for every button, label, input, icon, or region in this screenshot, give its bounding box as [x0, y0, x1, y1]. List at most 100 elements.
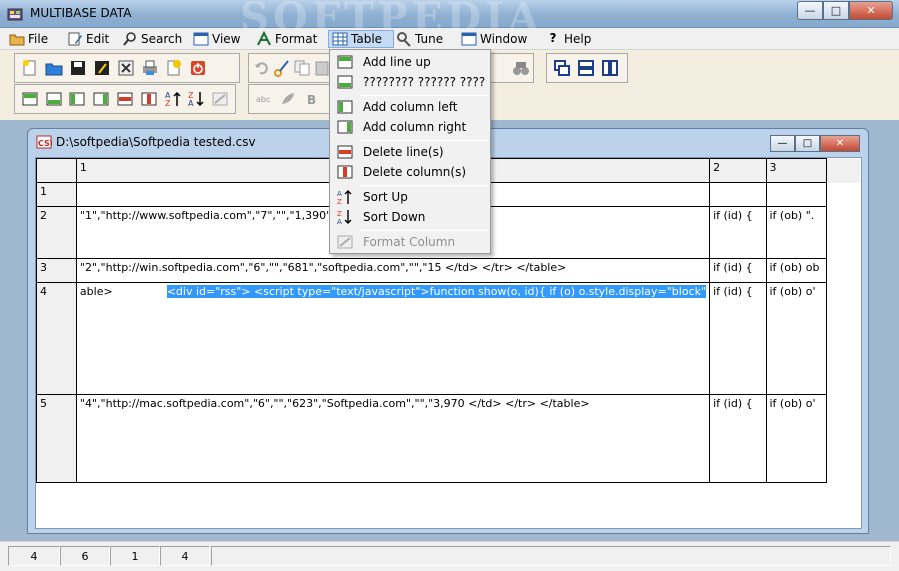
doc-maximize-button[interactable]: □ — [795, 135, 820, 152]
tb-add-line-down-button[interactable] — [43, 88, 65, 110]
print-preview-button[interactable] — [163, 57, 185, 79]
row-header[interactable]: 3 — [36, 258, 77, 283]
status-message — [211, 546, 891, 566]
grid-cell[interactable]: if (id) { — [709, 206, 767, 259]
delete-line-icon — [117, 92, 133, 106]
format-column-icon — [212, 92, 228, 106]
grid-cell[interactable] — [709, 182, 767, 207]
menu-add-line-down[interactable]: ???????? ?????? ???? — [332, 72, 488, 92]
tb-delete-column-button[interactable] — [138, 88, 160, 110]
menu-edit[interactable]: Edit — [64, 30, 112, 48]
tb-add-column-right-button[interactable] — [90, 88, 112, 110]
grid-cell[interactable]: "4","http://mac.softpedia.com","6","","6… — [75, 394, 711, 483]
close-file-button[interactable] — [115, 57, 137, 79]
menu-window[interactable]: Window — [458, 30, 530, 48]
grid-cell[interactable]: able> <div id="rss"> <script type="text/j… — [75, 282, 711, 395]
paint-button[interactable] — [277, 88, 299, 110]
cascade-button[interactable] — [551, 57, 573, 79]
close-button[interactable]: ✕ — [849, 1, 893, 20]
menu-view[interactable]: View — [190, 30, 243, 48]
tb-delete-line-button[interactable] — [114, 88, 136, 110]
grid-corner — [36, 158, 77, 183]
table-toolbar: AZ ZA — [14, 84, 236, 114]
bold-button[interactable]: B — [301, 88, 323, 110]
column-header[interactable]: 2 — [709, 158, 767, 183]
menu-sort-up[interactable]: AZ Sort Up — [332, 187, 488, 207]
column-header[interactable]: 3 — [765, 158, 828, 183]
grid-cell[interactable]: if (ob) o' — [765, 394, 828, 483]
tile-horizontal-button[interactable] — [575, 57, 597, 79]
menu-search[interactable]: Search — [119, 30, 185, 48]
bold-icon: B — [307, 93, 316, 107]
menu-delete-columns[interactable]: Delete column(s) — [332, 162, 488, 182]
menu-format[interactable]: Format — [253, 30, 320, 48]
tile-vertical-button[interactable] — [599, 57, 621, 79]
svg-text:B: B — [307, 93, 316, 107]
menu-add-column-right-label: Add column right — [363, 120, 467, 134]
menu-edit-label: Edit — [86, 32, 110, 46]
save-as-button[interactable] — [91, 57, 113, 79]
add-column-right-icon — [93, 92, 109, 106]
file-toolbar — [14, 53, 240, 83]
doc-close-button[interactable]: ✕ — [820, 135, 860, 152]
find-button[interactable] — [512, 57, 530, 79]
tb-add-line-up-button[interactable] — [19, 88, 41, 110]
row-header[interactable]: 5 — [36, 394, 77, 483]
menu-add-column-left[interactable]: Add column left — [332, 97, 488, 117]
tile-vertical-icon — [602, 60, 618, 76]
menu-tune[interactable]: Tune — [393, 30, 446, 48]
print-button[interactable] — [139, 57, 161, 79]
grid-cell[interactable]: if (id) { — [709, 394, 767, 483]
selected-text[interactable]: <div id="rss"> <script type="text/javasc… — [166, 285, 707, 298]
add-line-down-icon — [46, 92, 62, 106]
menu-add-line-up[interactable]: Add line up — [332, 52, 488, 72]
row-header[interactable]: 2 — [36, 206, 77, 259]
menu-table[interactable]: Table — [328, 30, 394, 48]
add-line-icon — [337, 55, 353, 69]
spellcheck-button[interactable]: abc — [253, 88, 275, 110]
new-button[interactable] — [19, 57, 41, 79]
menu-add-column-right[interactable]: Add column right — [332, 117, 488, 137]
cut-button[interactable] — [273, 57, 291, 79]
grid-gutter — [826, 158, 861, 183]
menu-help[interactable]: ? Help — [542, 30, 594, 48]
grid-cell[interactable]: if (ob) ob — [765, 258, 828, 283]
grid-cell[interactable]: if (ob) ". — [765, 206, 828, 259]
row-header[interactable]: 4 — [36, 282, 77, 395]
save-icon — [71, 61, 85, 75]
exit-button[interactable] — [187, 57, 209, 79]
grid-cell[interactable]: if (ob) o' — [765, 282, 828, 395]
menu-format-column[interactable]: Format Column — [332, 232, 488, 252]
sort-down-icon: ZA — [188, 91, 204, 108]
cascade-icon — [554, 60, 570, 76]
svg-text:A: A — [337, 190, 342, 198]
row-header[interactable]: 1 — [36, 182, 77, 207]
undo-button[interactable] — [253, 57, 271, 79]
app-titlebar: MULTIBASE DATA SOFTPEDIA — □ ✕ — [0, 0, 899, 41]
help-icon: ? — [549, 31, 557, 45]
menu-file[interactable]: File — [6, 30, 51, 48]
table-menu-dropdown: Add line up ???????? ?????? ???? Add col… — [329, 49, 491, 254]
grid-cell[interactable] — [765, 182, 828, 207]
grid-cell[interactable]: if (id) { — [709, 258, 767, 283]
maximize-button[interactable]: □ — [823, 1, 849, 20]
table-row: 3 "2","http://win.softpedia.com","6","",… — [36, 258, 861, 283]
spellcheck-icon: abc — [256, 95, 270, 104]
minimize-button[interactable]: — — [797, 1, 823, 20]
copy-button[interactable] — [293, 57, 311, 79]
grid-cell[interactable]: "2","http://win.softpedia.com","6","","6… — [75, 258, 711, 283]
grid-cell[interactable]: if (id) { — [709, 282, 767, 395]
tb-sort-up-button[interactable]: AZ — [162, 88, 184, 110]
open-button[interactable] — [43, 57, 65, 79]
menu-delete-lines[interactable]: Delete line(s) — [332, 142, 488, 162]
menu-format-label: Format — [275, 32, 318, 46]
tb-add-column-left-button[interactable] — [67, 88, 89, 110]
tb-sort-down-button[interactable]: ZA — [185, 88, 207, 110]
menu-sort-down[interactable]: ZA Sort Down — [332, 207, 488, 227]
doc-minimize-button[interactable]: — — [770, 135, 795, 152]
tile-horizontal-icon — [578, 60, 594, 76]
save-as-icon — [95, 61, 109, 75]
print-icon — [143, 60, 157, 75]
tb-format-column-button[interactable] — [209, 88, 231, 110]
save-button[interactable] — [67, 57, 89, 79]
